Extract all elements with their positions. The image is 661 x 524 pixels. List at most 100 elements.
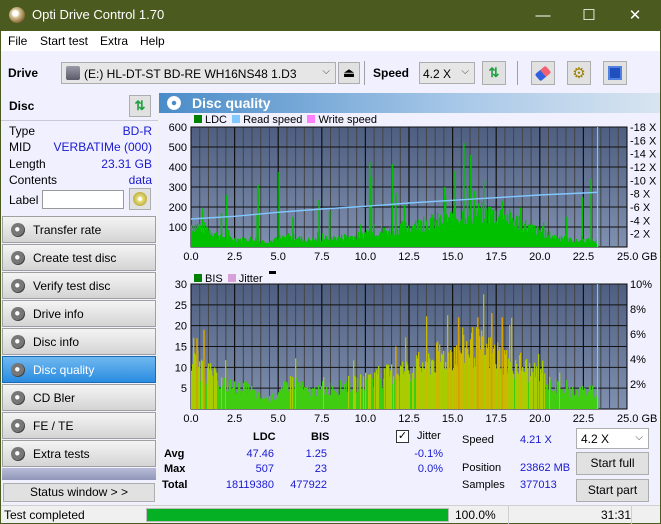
nav-label: Disc info xyxy=(33,335,80,349)
toolbar-divider xyxy=(364,61,365,85)
drive-icon xyxy=(66,66,80,80)
nav-cd-bler[interactable]: CD Bler xyxy=(2,384,156,411)
samples-value: 377013 xyxy=(520,479,557,491)
y2-tick-label: 8% xyxy=(630,304,646,316)
start-part-button[interactable]: Start part xyxy=(576,479,649,502)
jitter-checkbox[interactable]: ✓ xyxy=(396,430,409,443)
y2-tick-label: -12 X xyxy=(630,162,657,174)
position-value: 23862 MB xyxy=(520,462,571,474)
refresh-icon: ⇅ xyxy=(134,98,146,113)
spike-bar xyxy=(457,317,460,409)
nav-fe-te[interactable]: FE / TE xyxy=(2,412,156,439)
status-window-button[interactable]: Status window > > xyxy=(3,483,155,502)
refresh-button[interactable]: ⇅ xyxy=(482,61,506,85)
nav-label: Create test disc xyxy=(33,251,117,265)
settings-button[interactable]: ⚙ xyxy=(567,61,591,85)
close-button[interactable]: ✕ xyxy=(612,0,658,31)
stats-avg-ldc: 47.46 xyxy=(246,448,274,460)
fe-te-icon xyxy=(11,419,25,433)
x-tick-label: 7.5 xyxy=(314,413,329,425)
drive-info-icon xyxy=(11,307,25,321)
disc-refresh-button[interactable]: ⇅ xyxy=(129,95,151,117)
menu-file[interactable]: File xyxy=(8,34,27,48)
x-tick-label: 22.5 xyxy=(573,413,594,425)
nav-extra-tests[interactable]: Extra tests xyxy=(2,440,156,467)
x-tick-label: 25.0 GB xyxy=(617,413,657,425)
app-window: Opti Drive Control 1.70 — ☐ ✕ File Start… xyxy=(1,0,660,524)
settings-icon: ⚙ xyxy=(572,65,586,82)
nav-create-test-disc[interactable]: Create test disc xyxy=(2,244,156,271)
nav-label: Verify test disc xyxy=(33,279,111,293)
menu-help[interactable]: Help xyxy=(140,34,165,48)
menu-extra[interactable]: Extra xyxy=(100,34,128,48)
disc-icon xyxy=(133,192,147,206)
erase-button[interactable] xyxy=(531,61,555,85)
x-tick-label: 20.0 xyxy=(529,413,550,425)
panel-title: Disc quality xyxy=(192,95,271,111)
x-tick-label: 2.5 xyxy=(227,413,242,425)
stats-max-bis: 23 xyxy=(314,463,327,475)
test-speed-select[interactable]: 4.2 X ⌵ xyxy=(576,428,649,449)
disc-info-panel: Disc ⇅ Type BD-R MID VERBATIMe (000) Lengt… xyxy=(1,93,158,214)
disc-type-value: BD-R xyxy=(122,124,152,138)
spike-bar xyxy=(328,211,331,247)
disc-type-row: Type BD-R xyxy=(9,124,152,140)
samples-label: Samples xyxy=(462,479,505,491)
x-tick-label: 7.5 xyxy=(314,251,329,263)
elapsed-time: 31:31 xyxy=(601,508,632,522)
stats-total-ldc: 18119380 xyxy=(225,479,274,491)
y2-tick-label: -4 X xyxy=(630,215,651,227)
nav-verify-test-disc[interactable]: Verify test disc xyxy=(2,272,156,299)
menu-bar: File Start test Extra Help xyxy=(1,31,660,51)
stats-avg-bis: 1.25 xyxy=(305,448,327,460)
nav-drive-info[interactable]: Drive info xyxy=(2,300,156,327)
refresh-icon: ⇅ xyxy=(488,65,500,80)
save-button[interactable] xyxy=(603,61,627,85)
y2-tick-label: 4% xyxy=(630,354,646,366)
start-full-button[interactable]: Start full xyxy=(576,452,649,475)
chevron-down-icon: ⌵ xyxy=(635,432,643,443)
nav-transfer-rate[interactable]: Transfer rate xyxy=(2,216,156,243)
x-tick-label: 5.0 xyxy=(271,251,286,263)
spike-bar xyxy=(395,193,397,247)
spike-bar xyxy=(196,338,198,409)
x-tick-label: 10.0 xyxy=(355,251,376,263)
extra-tests-icon xyxy=(11,447,25,461)
disc-mid-key: MID xyxy=(9,140,31,154)
minimize-button[interactable]: — xyxy=(520,0,566,31)
title-bar: Opti Drive Control 1.70 — ☐ ✕ xyxy=(1,0,660,31)
eject-button[interactable]: ⏏ xyxy=(338,62,360,84)
y-tick-label: 200 xyxy=(169,202,187,214)
nav-disc-info[interactable]: Disc info xyxy=(2,328,156,355)
y-tick-label: 20 xyxy=(175,321,187,333)
stats-col-bis: BIS xyxy=(311,431,330,443)
y-tick-label: 600 xyxy=(169,122,187,134)
transfer-rate-icon xyxy=(11,223,25,237)
speed-stat-value: 4.21 X xyxy=(520,434,552,446)
position-label: Position xyxy=(462,462,502,474)
stats-avg-label: Avg xyxy=(164,448,185,460)
spike-bar xyxy=(454,171,456,247)
progress-bar xyxy=(146,508,449,522)
nav-spacer xyxy=(2,468,156,480)
maximize-button[interactable]: ☐ xyxy=(566,0,612,31)
spike-bar xyxy=(292,217,294,247)
eject-icon: ⏏ xyxy=(342,65,356,80)
speed-select[interactable]: 4.2 X ⌵ xyxy=(419,62,475,84)
disc-type-key: Type xyxy=(9,124,36,138)
disc-label-key: Label xyxy=(9,193,39,207)
stats-total-label: Total xyxy=(162,479,188,491)
drive-select[interactable]: (E:) HL-DT-ST BD-RE WH16NS48 1.D3 ⌵ xyxy=(61,62,336,84)
disc-quality-icon xyxy=(167,96,181,110)
menu-start-test[interactable]: Start test xyxy=(40,34,88,48)
nav-disc-quality[interactable]: Disc quality xyxy=(2,356,156,383)
disc-label-button[interactable] xyxy=(129,188,151,210)
spike-bar xyxy=(443,187,446,247)
status-text: Test completed xyxy=(4,508,85,522)
panel-header: Disc quality xyxy=(159,93,660,113)
spike-bar xyxy=(391,164,394,247)
save-icon xyxy=(608,66,622,80)
disc-label-input[interactable] xyxy=(42,190,124,209)
y-tick-label: 10 xyxy=(175,362,187,374)
verify-disc-icon xyxy=(11,279,25,293)
